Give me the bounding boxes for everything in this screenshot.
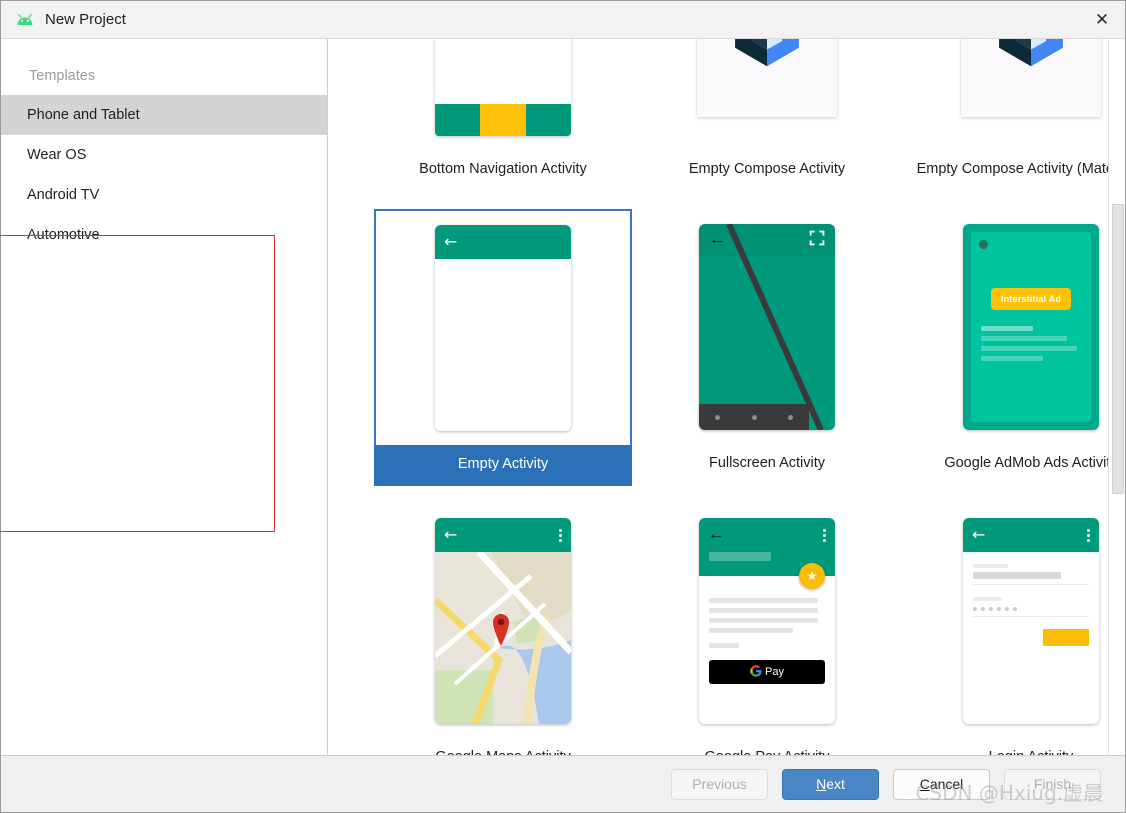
template-label: Google Pay Activity — [638, 739, 896, 755]
template-thumbnail-empty-activity: ← — [374, 209, 632, 445]
template-label: Bottom Navigation Activity — [419, 161, 587, 177]
sidebar-item-android-tv[interactable]: Android TV — [1, 175, 327, 215]
sidebar-item-phone-and-tablet[interactable]: Phone and Tablet — [1, 95, 327, 135]
back-arrow-icon: ← — [972, 525, 986, 544]
template-thumbnail-fullscreen: ← — [638, 209, 896, 445]
template-grid-scrollbar[interactable] — [1108, 39, 1125, 755]
template-thumbnail-admob: Interstitial Ad — [902, 209, 1125, 445]
template-label: Google Maps Activity — [374, 739, 632, 755]
next-button[interactable]: Next — [782, 768, 879, 800]
google-pay-button: Pay — [709, 660, 825, 684]
template-label: Empty Compose Activity (Material... — [916, 161, 1125, 177]
template-card-fullscreen-activity[interactable]: ← Fullscreen Activity — [638, 195, 896, 489]
close-icon[interactable]: ✕ — [1079, 1, 1125, 38]
template-thumbnail-login: ← — [902, 503, 1125, 739]
template-card-empty-activity[interactable]: ← Empty Activity — [374, 195, 632, 489]
template-thumbnail-empty-compose-material — [902, 39, 1125, 151]
dialog-title: New Project — [45, 11, 126, 28]
template-card-empty-compose-activity-material[interactable]: Empty Compose Activity (Material... — [902, 39, 1125, 195]
back-arrow-icon: ← — [444, 525, 458, 544]
template-card-google-maps-activity[interactable]: ← — [374, 489, 632, 755]
template-label: Fullscreen Activity — [708, 455, 826, 471]
template-label: Empty Compose Activity — [688, 161, 846, 177]
template-thumbnail-pay: ← ★ Pay — [638, 503, 896, 739]
title-bar: New Project ✕ — [1, 1, 1125, 39]
submit-button-preview — [1043, 629, 1089, 646]
map-preview — [435, 552, 571, 724]
finish-button: Finish — [1004, 768, 1101, 800]
cancel-mnemonic: C — [919, 776, 930, 792]
overflow-menu-icon — [559, 528, 562, 542]
template-card-empty-compose-activity[interactable]: Empty Compose Activity — [638, 39, 896, 195]
dialog-footer: Previous Next Cancel Finish CSDN @Hxiug.… — [1, 755, 1125, 812]
sidebar-item-automotive[interactable]: Automotive — [1, 215, 327, 255]
sidebar-group-templates: Templates — [29, 68, 96, 84]
template-label: Empty Activity — [374, 445, 632, 486]
template-card-google-pay-activity[interactable]: ← ★ Pay — [638, 489, 896, 755]
template-label: Google AdMob Ads Activity — [944, 455, 1118, 471]
interstitial-ad-badge: Interstitial Ad — [990, 288, 1072, 310]
template-thumbnail-bottom-navigation — [374, 39, 632, 151]
google-g-icon — [750, 664, 762, 680]
template-card-login-activity[interactable]: ← — [902, 489, 1125, 755]
dialog-body: Templates Phone and Tablet Wear OS Andro… — [0, 39, 1125, 755]
next-mnemonic: N — [816, 776, 827, 792]
template-grid: Bottom Navigation Activity Empty Compose… — [328, 39, 1125, 755]
google-pay-label: Pay — [765, 666, 784, 678]
previous-button: Previous — [671, 768, 768, 800]
camera-dot-icon — [979, 240, 988, 249]
template-label: Login Activity — [902, 739, 1125, 755]
overflow-menu-icon — [1087, 528, 1090, 542]
jetpack-compose-logo-icon — [725, 39, 809, 78]
sidebar-item-wear-os[interactable]: Wear OS — [1, 135, 327, 175]
scrollbar-thumb[interactable] — [1112, 204, 1124, 494]
template-thumbnail-maps: ← — [374, 503, 632, 739]
category-sidebar: Templates Phone and Tablet Wear OS Andro… — [1, 39, 328, 755]
template-thumbnail-empty-compose — [638, 39, 896, 151]
android-robot-icon — [15, 10, 35, 30]
star-fab-icon: ★ — [799, 563, 825, 589]
jetpack-compose-logo-icon — [989, 39, 1073, 78]
template-card-bottom-navigation-activity[interactable]: Bottom Navigation Activity — [374, 39, 632, 195]
new-project-dialog: New Project ✕ Templates Phone and Tablet… — [0, 0, 1126, 813]
template-card-google-admob-ads-activity[interactable]: Interstitial Ad Google AdMob Ads Activit… — [902, 195, 1125, 489]
cancel-rest: ancel — [929, 776, 964, 792]
next-rest: ext — [826, 776, 845, 792]
back-arrow-icon: ← — [444, 232, 458, 251]
overflow-menu-icon — [823, 528, 826, 542]
template-grid-pane: Bottom Navigation Activity Empty Compose… — [328, 39, 1125, 755]
cancel-button[interactable]: Cancel — [893, 768, 990, 800]
back-arrow-icon: ← — [708, 526, 724, 543]
